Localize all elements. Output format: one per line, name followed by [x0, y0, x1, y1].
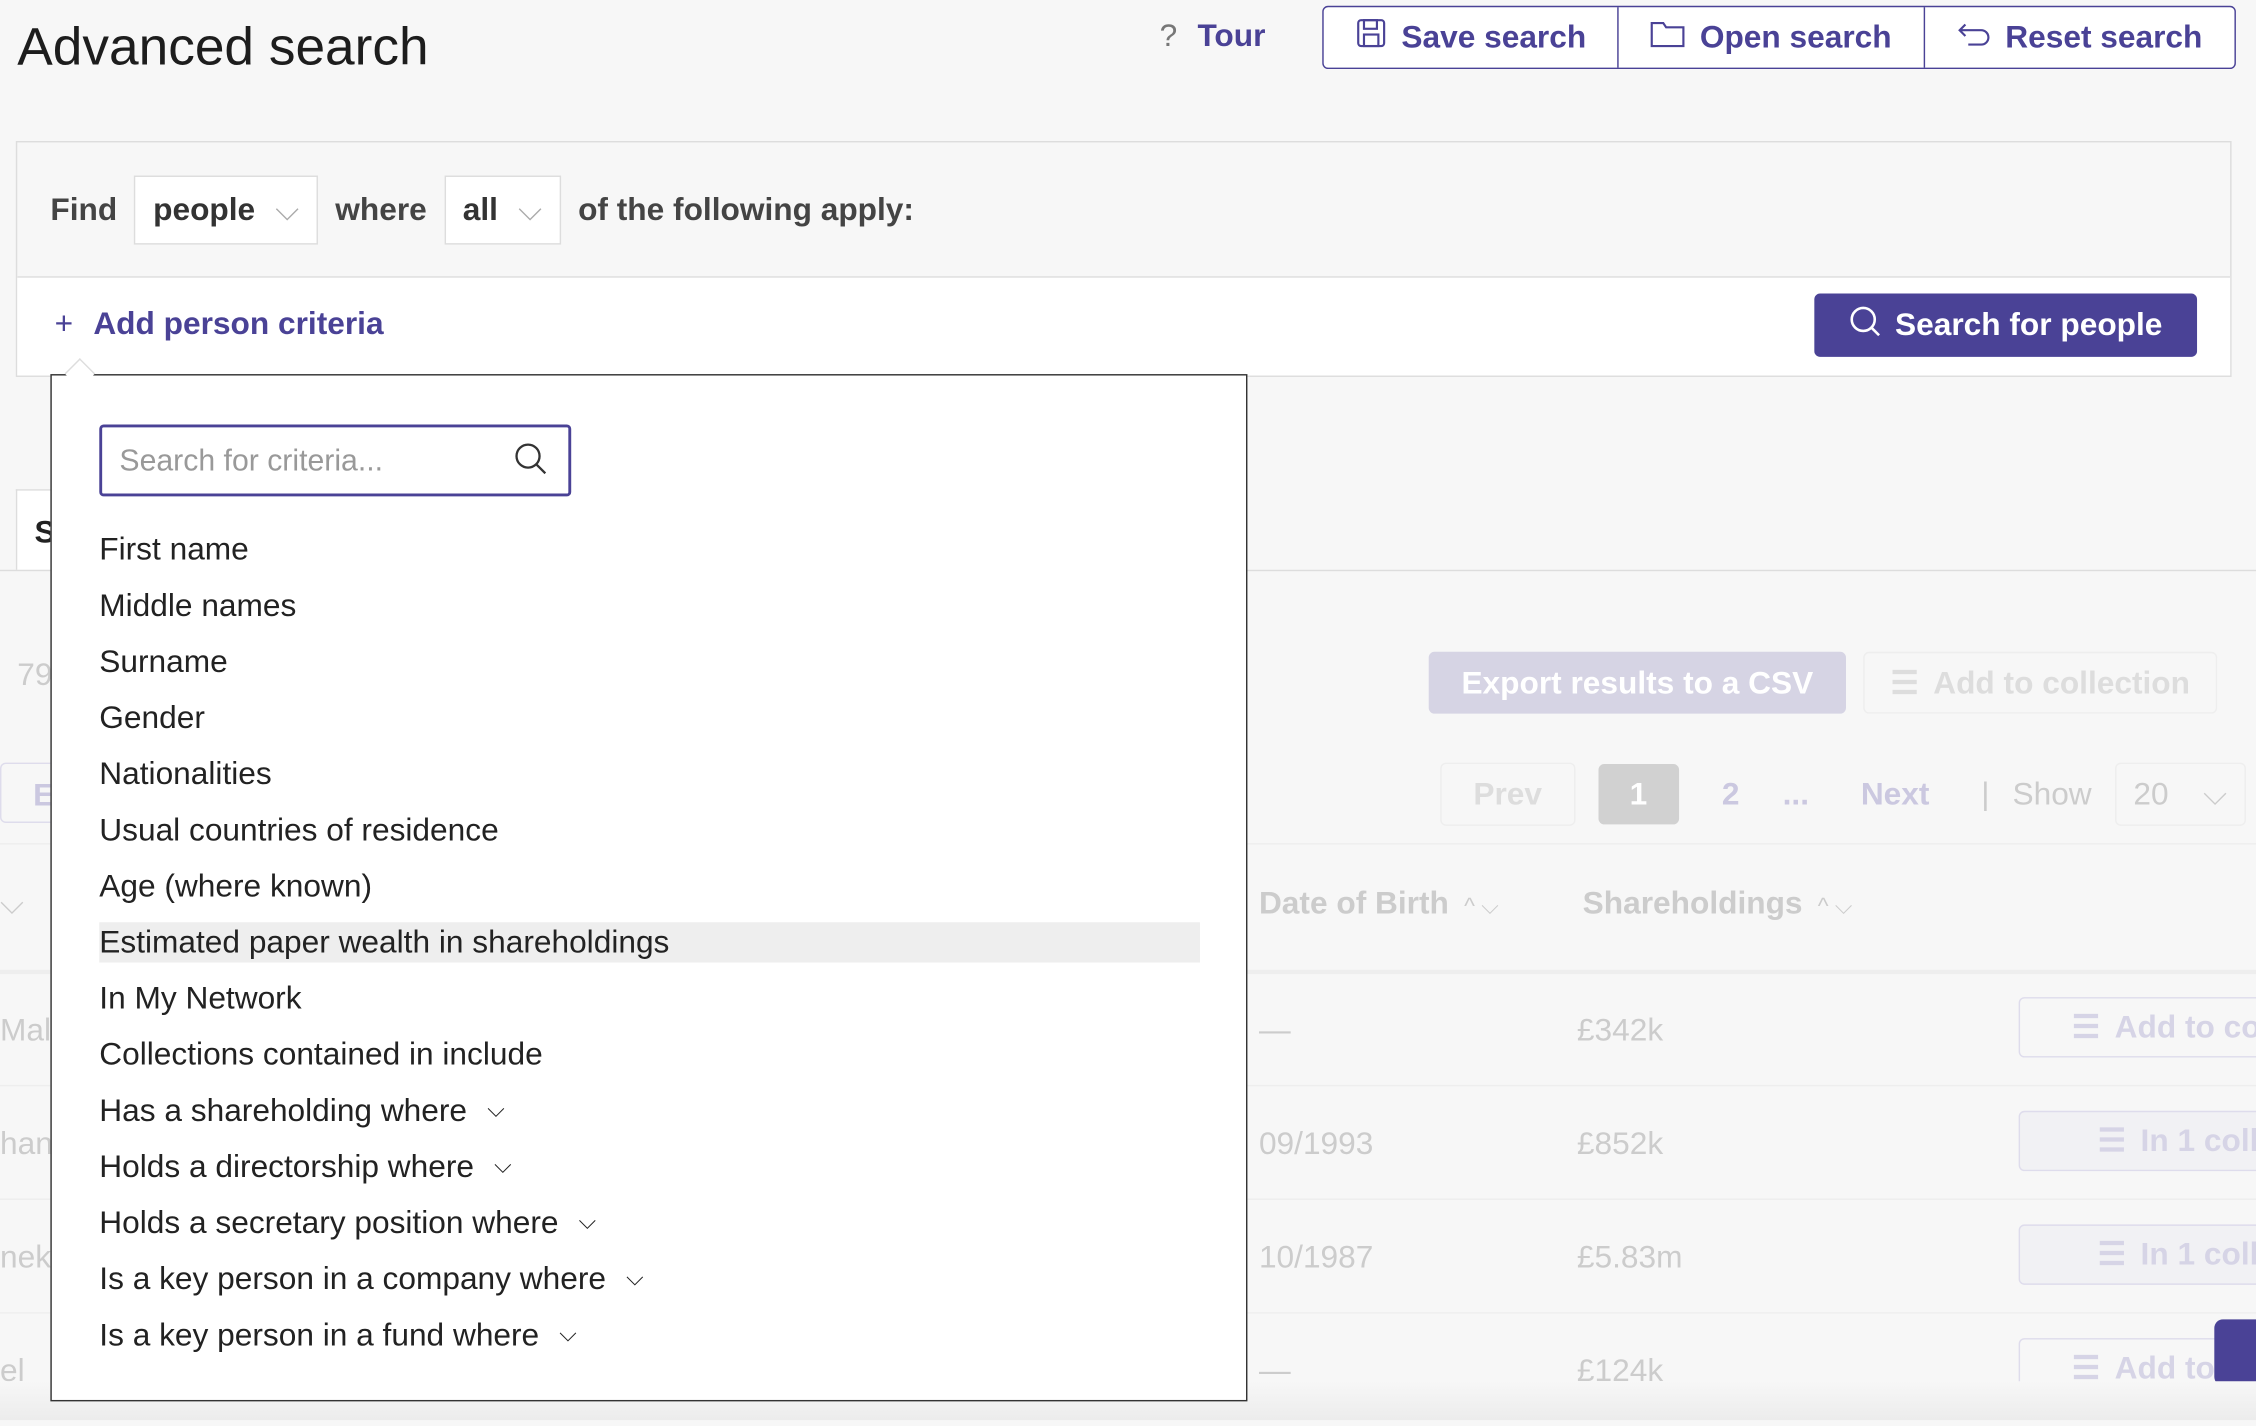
column-dob[interactable]: Date of Birth ^ ⌵: [1259, 885, 1499, 922]
save-icon: [1355, 17, 1387, 57]
chevron-down-icon: ⌵: [2203, 775, 2228, 812]
entity-select[interactable]: people ⌵: [134, 175, 319, 245]
chevron-down-icon[interactable]: ⌵: [0, 885, 24, 922]
search-actions: Save search Open search Reset search: [1322, 5, 2236, 70]
chevron-down-icon: ⌵: [559, 1322, 577, 1347]
criteria-option[interactable]: First name: [99, 529, 1200, 569]
criteria-option[interactable]: Gender: [99, 698, 1200, 738]
criteria-search-field[interactable]: [116, 443, 511, 481]
save-search-button[interactable]: Save search: [1324, 7, 1620, 68]
add-criteria-button[interactable]: + Add person criteria: [55, 305, 384, 342]
column-shareholdings[interactable]: Shareholdings ^ ⌵: [1583, 885, 1853, 922]
row-collection-button[interactable]: ☰ In 1 coll: [2018, 1110, 2256, 1172]
page-title: Advanced search: [17, 17, 429, 77]
chevron-down-icon: ⌵: [494, 1153, 512, 1179]
row-collection-button[interactable]: ☰ In 1 coll: [2018, 1224, 2256, 1285]
criteria-option[interactable]: Usual countries of residence: [99, 810, 1200, 850]
search-icon: [514, 442, 549, 484]
next-button[interactable]: Next: [1832, 776, 1958, 813]
list-add-icon: ☰: [2071, 1008, 2101, 1045]
search-for-people-button[interactable]: Search for people: [1814, 293, 2198, 357]
chevron-down-icon: ⌵: [275, 191, 300, 228]
prev-button[interactable]: Prev: [1440, 762, 1576, 826]
chevron-down-icon: ⌵: [626, 1266, 644, 1291]
chevron-down-icon: ⌵: [518, 191, 543, 228]
criteria-option[interactable]: Middle names: [99, 586, 1200, 626]
page-size-select[interactable]: 20 ⌵: [2114, 762, 2246, 826]
criteria-option[interactable]: Is a key person in a fund where ⌵: [99, 1315, 1200, 1355]
page-1[interactable]: 1: [1598, 764, 1679, 825]
undo-icon: [1956, 19, 1991, 56]
criteria-option[interactable]: Nationalities: [99, 754, 1200, 794]
criteria-option[interactable]: Holds a secretary position where ⌵: [99, 1203, 1200, 1243]
result-count: 79: [17, 656, 53, 693]
pagination: Prev 1 2 ... Next | Show 20 ⌵: [1440, 762, 2246, 826]
criteria-option[interactable]: Is a key person in a company where ⌵: [99, 1259, 1200, 1299]
list-add-icon: ☰: [2097, 1122, 2127, 1159]
criteria-option[interactable]: Holds a directorship where ⌵: [99, 1147, 1200, 1187]
search-icon: [1849, 305, 1881, 345]
chat-button[interactable]: [2214, 1319, 2256, 1386]
open-search-button[interactable]: Open search: [1619, 7, 1925, 68]
page-2[interactable]: 2: [1702, 776, 1760, 813]
list-add-icon: ☰: [1890, 664, 1919, 700]
criteria-option[interactable]: Surname: [99, 642, 1200, 682]
chevron-down-icon: ⌵: [578, 1210, 597, 1235]
criteria-option[interactable]: Collections contained in include: [99, 1034, 1200, 1074]
row-collection-button[interactable]: ☰ Add to co: [2018, 997, 2256, 1058]
tour-button[interactable]: ? Tour: [1160, 17, 1266, 54]
criteria-option[interactable]: Has a shareholding where ⌵: [99, 1091, 1200, 1131]
match-select[interactable]: all ⌵: [444, 175, 561, 245]
chevron-down-icon: ⌵: [487, 1097, 505, 1123]
plus-icon: +: [54, 305, 74, 341]
folder-icon: [1651, 19, 1686, 56]
export-csv-button[interactable]: Export results to a CSV: [1428, 651, 1846, 714]
criteria-option[interactable]: Age (where known): [99, 866, 1200, 906]
sort-icon[interactable]: ^ ⌵: [1458, 895, 1499, 919]
criteria-option[interactable]: In My Network: [99, 978, 1200, 1018]
criteria-option[interactable]: Estimated paper wealth in shareholdings: [99, 922, 1200, 963]
sort-icon[interactable]: ^ ⌵: [1811, 895, 1853, 919]
query-row: Find people ⌵ where all ⌵ of the following…: [50, 175, 914, 245]
criteria-search-input[interactable]: [99, 424, 572, 497]
reset-search-button[interactable]: Reset search: [1925, 7, 2234, 67]
list-add-icon: ☰: [2097, 1235, 2127, 1272]
add-to-collection-button[interactable]: ☰ Add to collection: [1863, 651, 2218, 714]
help-icon: ?: [1159, 17, 1178, 54]
